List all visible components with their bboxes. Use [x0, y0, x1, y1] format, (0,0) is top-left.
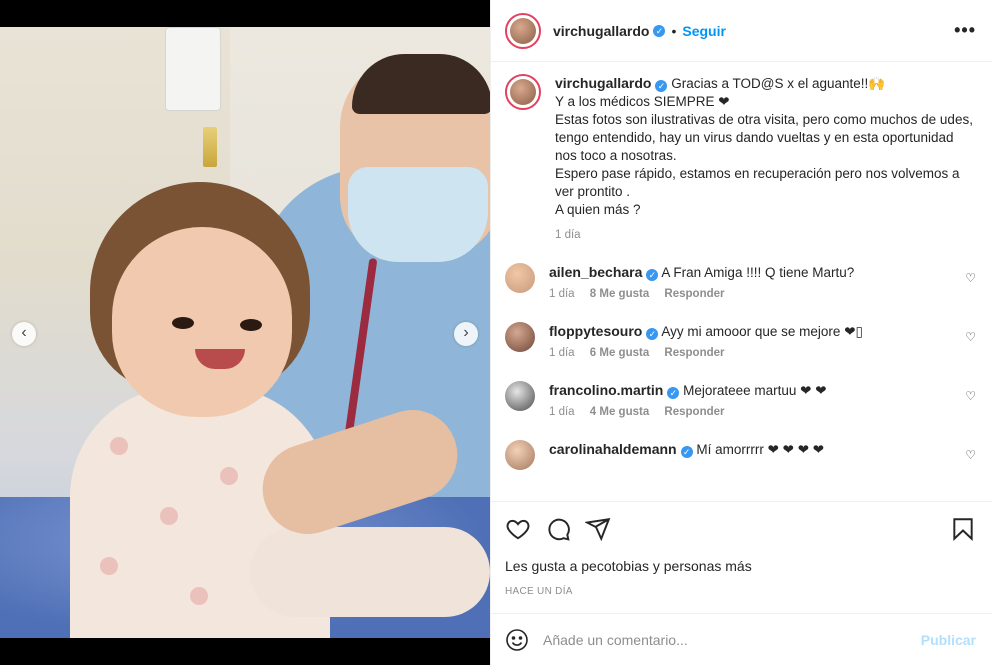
comment-item: carolinahaldemann ✓ Mí amorrrrr ❤ ❤ ❤ ❤ ♡	[505, 440, 976, 470]
post-photo[interactable]	[0, 27, 490, 638]
post-header: virchugallardo ✓ • Seguir •••	[491, 0, 992, 62]
verified-icon: ✓	[653, 24, 666, 37]
post-age: HACE UN DÍA	[505, 586, 573, 597]
comment-item: ailen_bechara ✓ A Fran Amiga !!!! Q tiene…	[505, 263, 976, 300]
comment-likes[interactable]: 6 Me gusta	[590, 347, 649, 359]
follow-button[interactable]: Seguir	[682, 23, 726, 39]
commenter-avatar[interactable]	[505, 263, 535, 293]
emoji-icon[interactable]	[505, 628, 529, 652]
comment-text: A Fran Amiga !!!! Q tiene Martu?	[661, 265, 855, 280]
comment-likes[interactable]: 4 Me gusta	[590, 406, 649, 418]
publish-button[interactable]: Publicar	[921, 632, 976, 648]
like-comment-heart-icon[interactable]: ♡	[965, 389, 976, 403]
comment-time: 1 día	[549, 288, 575, 300]
caption-line: A quien más ?	[555, 202, 641, 217]
comment-text: Mejorateee martuu ❤ ❤	[683, 383, 827, 398]
comment-item: floppytesouro ✓ Ayy mi amooor que se mejo…	[505, 322, 976, 359]
comment-time: 1 día	[549, 406, 575, 418]
author-avatar[interactable]	[505, 74, 541, 110]
commenter-avatar[interactable]	[505, 381, 535, 411]
child-face	[112, 227, 292, 417]
comment-username[interactable]: floppytesouro	[549, 323, 642, 339]
verified-icon: ✓	[680, 446, 693, 458]
add-comment-bar: Publicar	[491, 613, 992, 665]
commenter-avatar[interactable]	[505, 440, 535, 470]
more-options-icon[interactable]: •••	[954, 20, 976, 41]
comment-text: Mí amorrrrr ❤ ❤ ❤ ❤	[696, 442, 825, 457]
post-media: ‹ ›	[0, 0, 490, 665]
post-side-panel: virchugallardo ✓ • Seguir ••• virchugall…	[490, 0, 992, 665]
reply-button[interactable]: Responder	[664, 347, 724, 359]
like-comment-heart-icon[interactable]: ♡	[965, 330, 976, 344]
comment-input[interactable]	[543, 631, 907, 648]
verified-icon: ✓	[646, 328, 659, 340]
comment-item: francolino.martin ✓ Mejorateee martuu ❤ ❤…	[505, 381, 976, 418]
author-username[interactable]: virchugallardo	[553, 23, 649, 39]
comment-time: 1 día	[549, 347, 575, 359]
caption-line: Gracias a TOD@S x el aguante!!🙌	[671, 76, 886, 91]
verified-icon: ✓	[646, 269, 659, 281]
next-photo-button[interactable]: ›	[454, 322, 478, 346]
liked-by-text[interactable]: Les gusta a pecotobias y personas más	[505, 558, 976, 574]
comment-username[interactable]: carolinahaldemann	[549, 441, 677, 457]
post-modal: ‹ › virchugallardo ✓ • Seguir ••• virchu…	[0, 0, 992, 665]
comment-icon[interactable]	[545, 516, 571, 542]
caption-line: Espero pase rápido, estamos en recuperac…	[555, 166, 960, 199]
post-caption: virchugallardo ✓ Gracias a TOD@S x el agu…	[505, 74, 976, 241]
face-mask	[348, 167, 488, 262]
separator-dot: •	[671, 22, 677, 39]
comment-likes[interactable]: 8 Me gusta	[590, 288, 649, 300]
comment-username[interactable]: ailen_bechara	[549, 264, 642, 280]
bookmark-icon[interactable]	[950, 516, 976, 542]
reply-button[interactable]: Responder	[664, 288, 724, 300]
author-avatar[interactable]	[505, 12, 541, 49]
prev-photo-button[interactable]: ‹	[12, 322, 36, 346]
caption-line: Estas fotos son ilustrativas de otra vis…	[555, 112, 973, 163]
like-comment-heart-icon[interactable]: ♡	[965, 448, 976, 462]
caption-username[interactable]: virchugallardo	[555, 75, 651, 91]
post-actions: Les gusta a pecotobias y personas más HA…	[491, 501, 992, 613]
wall-dispenser	[165, 27, 221, 111]
reply-button[interactable]: Responder	[664, 406, 724, 418]
caption-timestamp: 1 día	[555, 229, 581, 241]
caption-line: Y a los médicos SIEMPRE ❤	[555, 94, 730, 109]
verified-icon: ✓	[667, 387, 680, 399]
commenter-avatar[interactable]	[505, 322, 535, 352]
heart-icon[interactable]	[505, 516, 531, 542]
like-comment-heart-icon[interactable]: ♡	[965, 271, 976, 285]
comment-text: Ayy mi amooor que se mejore ❤▯	[661, 324, 863, 339]
verified-icon: ✓	[655, 80, 668, 92]
comments-list[interactable]: virchugallardo ✓ Gracias a TOD@S x el agu…	[491, 62, 992, 501]
share-icon[interactable]	[585, 516, 611, 542]
comment-username[interactable]: francolino.martin	[549, 382, 663, 398]
